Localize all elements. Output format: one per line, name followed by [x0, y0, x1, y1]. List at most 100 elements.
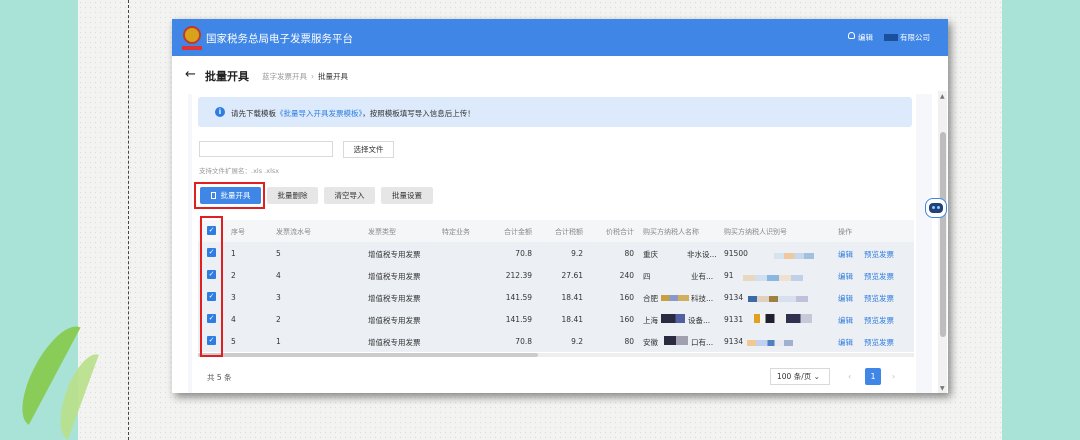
column-header: 序号: [231, 228, 245, 236]
invoice-type: 增值税专用发票: [368, 338, 421, 347]
column-header: 操作: [838, 228, 852, 236]
edit-link[interactable]: 编辑: [838, 315, 853, 326]
buyer-tax-id: 91: [724, 271, 734, 280]
page-number-current[interactable]: 1: [865, 368, 881, 385]
column-header: 发票类型: [368, 228, 396, 236]
batch-delete-button[interactable]: 批量删除: [267, 187, 318, 204]
next-page-icon[interactable]: ›: [892, 372, 895, 381]
scrollbar-thumb[interactable]: [940, 132, 946, 337]
total-tax: 9.2: [571, 249, 583, 258]
row-index: 3: [231, 293, 236, 302]
total-count: 共 5 条: [207, 373, 232, 382]
price-tax-total: 240: [619, 271, 634, 280]
redaction-mosaic: [747, 340, 793, 346]
choose-file-button[interactable]: 选择文件: [343, 141, 394, 158]
row-index: 2: [231, 271, 236, 280]
table-row[interactable]: ✓ 5 1 增值税专用发票 70.8 9.2 80 安徽 口有... 9134 …: [198, 330, 914, 353]
column-header: 购买方纳税人名称: [643, 228, 699, 236]
buyer-tax-id: 9131: [724, 315, 744, 324]
buyer-name-suffix: 科技...: [691, 294, 714, 303]
edit-link[interactable]: 编辑: [838, 249, 853, 260]
row-index: 1: [231, 249, 236, 258]
back-arrow-icon[interactable]: ←: [185, 67, 196, 82]
invoice-serial: 3: [276, 293, 281, 302]
alert-suffix: ，按照模板填写导入信息后上传！: [362, 109, 475, 118]
table-row[interactable]: ✓ 4 2 增值税专用发票 141.59 18.41 160 上海 设备... …: [198, 308, 914, 331]
invoice-type: 增值税专用发票: [368, 272, 421, 281]
invoice-serial: 1: [276, 337, 281, 346]
row-index: 5: [231, 337, 236, 346]
preview-invoice-link[interactable]: 预览发票: [864, 315, 894, 326]
background-right: [1002, 0, 1080, 440]
total-amount: 212.39: [505, 271, 532, 280]
page-title: 批量开具: [205, 70, 249, 83]
assistant-robot-icon[interactable]: [922, 196, 950, 224]
redaction-mosaic: [664, 336, 688, 345]
edit-link[interactable]: 编辑: [838, 337, 853, 348]
breadcrumb-item[interactable]: 蓝字发票开具: [262, 72, 307, 81]
horizontal-scrollbar-thumb[interactable]: [198, 353, 538, 357]
app-title: 国家税务总局电子发票服务平台: [206, 33, 353, 45]
table-row[interactable]: ✓ 3 3 增值税专用发票 141.59 18.41 160 合肥 科技... …: [198, 286, 914, 309]
company-name[interactable]: 有限公司: [884, 32, 930, 43]
app-window: 国家税务总局电子发票服务平台 编辑 有限公司 ← 批量开具 蓝字发票开具 › 批量开…: [172, 19, 948, 393]
top-bar: 国家税务总局电子发票服务平台 编辑 有限公司: [172, 19, 948, 56]
buyer-name-suffix: 业有...: [691, 272, 714, 281]
dashed-divider: [128, 0, 129, 440]
scroll-down-icon[interactable]: ▼: [940, 385, 945, 392]
batch-settings-button[interactable]: 批量设置: [381, 187, 433, 204]
invoice-serial: 4: [276, 271, 281, 280]
preview-invoice-link[interactable]: 预览发票: [864, 293, 894, 304]
preview-invoice-link[interactable]: 预览发票: [864, 249, 894, 260]
price-tax-total: 80: [624, 249, 634, 258]
preview-invoice-link[interactable]: 预览发票: [864, 337, 894, 348]
buyer-name-suffix: 非水设...: [687, 250, 717, 259]
table-row[interactable]: ✓ 2 4 增值税专用发票 212.39 27.61 240 四 业有... 9…: [198, 264, 914, 287]
buyer-tax-id: 9134: [724, 293, 744, 302]
invoice-type: 增值税专用发票: [368, 294, 421, 303]
price-tax-total: 80: [624, 337, 634, 346]
edit-link[interactable]: 编辑: [838, 293, 853, 304]
invoice-serial: 2: [276, 315, 281, 324]
info-icon: i: [215, 107, 225, 117]
file-path-input[interactable]: [199, 141, 333, 157]
clear-import-button[interactable]: 清空导入: [324, 187, 375, 204]
total-amount: 70.8: [515, 249, 532, 258]
template-download-link[interactable]: 《批量导入开具发票模板》: [276, 109, 362, 118]
page-size-select[interactable]: 100 条/页 ⌄: [770, 368, 830, 385]
column-header: 价税合计: [606, 228, 634, 236]
robot-eye: [937, 206, 940, 209]
price-tax-total: 160: [619, 315, 634, 324]
emblem-ribbon: [182, 46, 202, 50]
user-name[interactable]: 编辑: [858, 32, 873, 43]
chevron-down-icon: ⌄: [813, 372, 820, 381]
buyer-name-prefix: 重庆: [643, 250, 658, 259]
total-tax: 18.41: [561, 315, 583, 324]
redaction-mosaic: [661, 295, 689, 301]
table-header: ✓ 序号 发票流水号 发票类型 特定业务 合计金额 合计税额 价税合计 购买方纳…: [198, 220, 914, 243]
invoice-type: 增值税专用发票: [368, 250, 421, 259]
column-header: 购买方纳税人识别号: [724, 228, 787, 236]
breadcrumb: 蓝字发票开具 › 批量开具: [262, 71, 348, 82]
buyer-tax-id: 9134: [724, 337, 744, 346]
scroll-up-icon[interactable]: ▲: [940, 93, 945, 100]
redaction-mosaic: [743, 275, 803, 281]
total-tax: 9.2: [571, 337, 583, 346]
buyer-name-prefix: 四: [643, 272, 651, 281]
prev-page-icon[interactable]: ‹: [848, 372, 851, 381]
total-amount: 141.59: [505, 293, 532, 302]
preview-invoice-link[interactable]: 预览发票: [864, 271, 894, 282]
redaction-mosaic: [748, 296, 808, 302]
redaction-mosaic: [661, 314, 685, 323]
invoice-type: 增值税专用发票: [368, 316, 421, 325]
edit-link[interactable]: 编辑: [838, 271, 853, 282]
alert-text: 请先下载模板《批量导入开具发票模板》，按照模板填写导入信息后上传！: [231, 108, 475, 119]
company-label: 有限公司: [900, 33, 930, 42]
robot-eye: [932, 206, 935, 209]
price-tax-total: 160: [619, 293, 634, 302]
column-header: 发票流水号: [276, 228, 311, 236]
user-icon[interactable]: [848, 32, 855, 39]
breadcrumb-current: 批量开具: [318, 72, 348, 81]
table-row[interactable]: ✓ 1 5 增值税专用发票 70.8 9.2 80 重庆 非水设... 9150…: [198, 242, 914, 265]
buyer-name-prefix: 安徽: [643, 338, 658, 347]
